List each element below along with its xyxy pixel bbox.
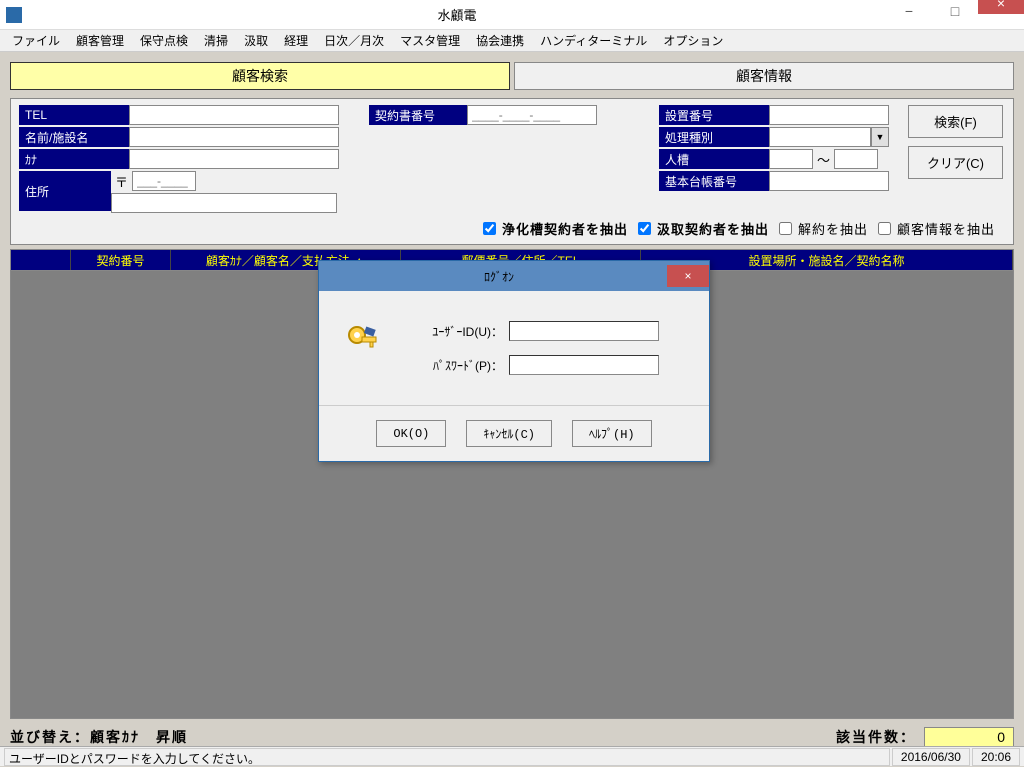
label-install-no: 設置番号 <box>659 105 769 125</box>
check-kumitori-label: 汲取契約者を抽出 <box>657 219 769 238</box>
clear-button[interactable]: クリア(C) <box>908 146 1003 179</box>
label-tel: TEL <box>19 105 129 125</box>
menu-option[interactable]: オプション <box>655 30 731 51</box>
dialog-ok-button[interactable]: OK(O) <box>376 420 446 447</box>
th-blank[interactable] <box>11 250 71 270</box>
count-value: 0 <box>924 727 1014 747</box>
status-time: 20:06 <box>972 748 1020 766</box>
label-name: 名前/施設名 <box>19 127 129 147</box>
process-type-dropdown-icon[interactable]: ▼ <box>871 127 889 147</box>
label-addr: 住所 <box>19 171 111 211</box>
th-contract-no[interactable]: 契約番号 <box>71 250 171 270</box>
maximize-button[interactable]: □ <box>932 0 978 22</box>
dialog-titlebar: ﾛｸﾞｵﾝ × <box>319 261 709 291</box>
app-icon <box>6 7 22 23</box>
menu-cleaning[interactable]: 清掃 <box>196 30 236 51</box>
menu-daily[interactable]: 日次／月次 <box>316 30 392 51</box>
dialog-title: ﾛｸﾞｵﾝ <box>331 268 667 285</box>
window-titlebar: 水顧電 − □ × <box>0 0 1024 30</box>
label-kana: ｶﾅ <box>19 149 129 169</box>
check-kaiyaku-label: 解約を抽出 <box>798 219 868 238</box>
key-icon <box>343 321 383 361</box>
dialog-help-button[interactable]: ﾍﾙﾌﾟ(H) <box>572 420 652 447</box>
search-button[interactable]: 検索(F) <box>908 105 1003 138</box>
input-kana[interactable] <box>129 149 339 169</box>
user-id-input[interactable] <box>509 321 659 341</box>
menu-assoc[interactable]: 協会連携 <box>468 30 532 51</box>
count-label: 該当件数： <box>836 727 916 747</box>
menu-customer[interactable]: 顧客管理 <box>68 30 132 51</box>
input-tel[interactable] <box>129 105 339 125</box>
input-contract-no[interactable] <box>467 105 597 125</box>
label-contract-no: 契約書番号 <box>369 105 467 125</box>
main-tabs: 顧客検索 顧客情報 <box>10 62 1014 90</box>
input-name[interactable] <box>129 127 339 147</box>
password-input[interactable] <box>509 355 659 375</box>
dialog-cancel-button[interactable]: ｷｬﾝｾﾙ(C) <box>466 420 552 447</box>
minimize-button[interactable]: − <box>886 0 932 22</box>
input-capacity-to[interactable] <box>834 149 878 169</box>
capacity-sep: ～ <box>813 150 834 169</box>
check-kaiyaku[interactable] <box>779 222 792 235</box>
check-jokaso[interactable] <box>483 222 496 235</box>
label-ledger-no: 基本台帳番号 <box>659 171 769 191</box>
status-date: 2016/06/30 <box>892 748 970 766</box>
check-kokyaku-label: 顧客情報を抽出 <box>897 219 995 238</box>
menu-pump[interactable]: 汲取 <box>236 30 276 51</box>
user-id-label: ﾕｰｻﾞｰID(U)： <box>403 323 503 340</box>
logon-dialog: ﾛｸﾞｵﾝ × ﾕｰｻﾞｰID(U)： ﾊﾟｽﾜｰﾄﾞ(P)： OK(O) <box>318 260 710 462</box>
menu-master[interactable]: マスタ管理 <box>392 30 468 51</box>
menu-maintenance[interactable]: 保守点検 <box>132 30 196 51</box>
menubar: ファイル 顧客管理 保守点検 清掃 汲取 経理 日次／月次 マスタ管理 協会連携… <box>0 30 1024 52</box>
search-form: TEL 名前/施設名 ｶﾅ 住所 〒 <box>10 98 1014 245</box>
tab-info[interactable]: 顧客情報 <box>514 62 1014 90</box>
label-postal: 〒 <box>111 172 132 191</box>
password-label: ﾊﾟｽﾜｰﾄﾞ(P)： <box>403 357 503 374</box>
check-kumitori[interactable] <box>638 222 651 235</box>
dialog-close-button[interactable]: × <box>667 265 709 287</box>
status-message: ユーザーIDとパスワードを入力してください。 <box>4 748 890 766</box>
close-button[interactable]: × <box>978 0 1024 14</box>
label-capacity: 人槽 <box>659 149 769 169</box>
check-kokyaku[interactable] <box>878 222 891 235</box>
menu-accounting[interactable]: 経理 <box>276 30 316 51</box>
window-title: 水顧電 <box>28 5 886 24</box>
menu-handy[interactable]: ハンディターミナル <box>532 30 655 51</box>
input-install-no[interactable] <box>769 105 889 125</box>
input-process-type[interactable] <box>769 127 871 147</box>
input-ledger-no[interactable] <box>769 171 889 191</box>
input-postal[interactable] <box>132 171 196 191</box>
input-address[interactable] <box>111 193 337 213</box>
tab-search[interactable]: 顧客検索 <box>10 62 510 90</box>
check-jokaso-label: 浄化槽契約者を抽出 <box>502 219 628 238</box>
sort-label: 並び替え：顧客ｶﾅ 昇順 <box>10 727 188 747</box>
input-capacity-from[interactable] <box>769 149 813 169</box>
menu-file[interactable]: ファイル <box>4 30 68 51</box>
statusbar: ユーザーIDとパスワードを入力してください。 2016/06/30 20:06 <box>0 746 1024 766</box>
label-process-type: 処理種別 <box>659 127 769 147</box>
